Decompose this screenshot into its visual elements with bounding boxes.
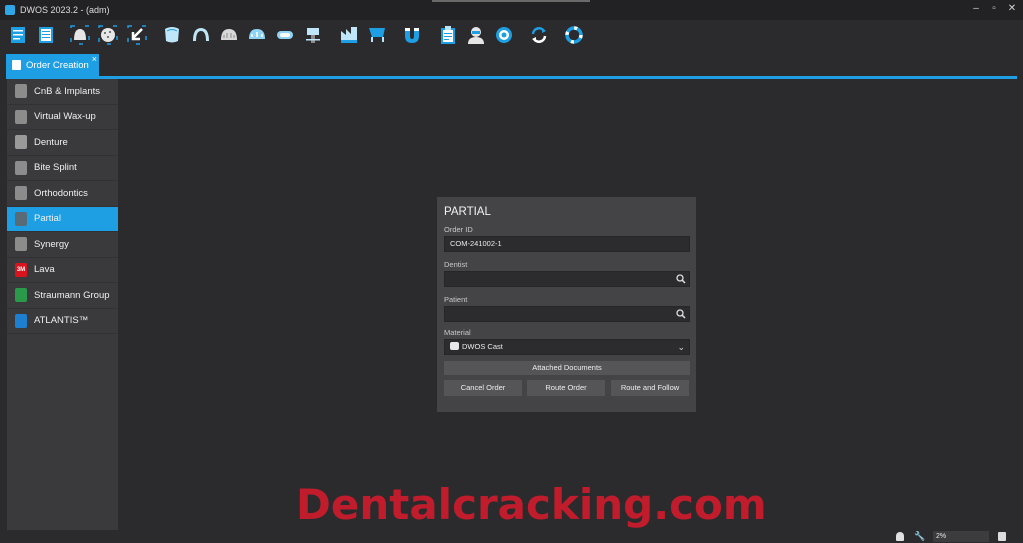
tab-bar: Order Creation × [0, 52, 1023, 79]
sidebar-item-synergy[interactable]: Synergy [7, 232, 118, 258]
sidebar-item-bite-splint[interactable]: Bite Splint [7, 156, 118, 181]
material-icon [450, 342, 459, 350]
order-document-icon [12, 60, 21, 70]
cancel-order-button[interactable]: Cancel Order [444, 380, 522, 396]
tab-label: Order Creation [26, 59, 89, 71]
refresh-icon[interactable] [528, 24, 550, 46]
patient-field[interactable] [444, 306, 690, 322]
sidebar-item-cnb-implants[interactable]: CnB & Implants [7, 79, 118, 105]
settings-gear-icon[interactable] [493, 24, 515, 46]
3m-lava-icon: 3M [15, 262, 27, 277]
restore-button[interactable]: ▫ [989, 3, 999, 15]
magnet-icon[interactable] [401, 24, 423, 46]
partial-icon [15, 211, 27, 226]
material-label: Material [444, 328, 471, 337]
sidebar-item-label: Bite Splint [34, 162, 77, 174]
help-ring-icon[interactable] [563, 24, 585, 46]
sidebar-item-straumann-group[interactable]: Straumann Group [7, 283, 118, 309]
sidebar-item-label: CnB & Implants [34, 85, 100, 97]
close-button[interactable]: ✕ [1007, 3, 1017, 15]
sidebar-item-label: Synergy [34, 238, 69, 250]
sidebar: CnB & Implants Virtual Wax-up Denture Bi… [7, 79, 118, 530]
order-id-value: COM-241002-1 [450, 239, 502, 248]
sidebar-item-denture[interactable]: Denture [7, 130, 118, 156]
clipboard-icon[interactable] [437, 24, 459, 46]
panel-title: PARTIAL [444, 206, 491, 218]
attached-documents-button[interactable]: Attached Documents [444, 361, 690, 375]
order-list-icon[interactable] [35, 24, 57, 46]
model-icon[interactable] [338, 24, 360, 46]
drag-handle[interactable] [432, 0, 590, 2]
sidebar-item-label: Lava [34, 264, 55, 276]
atlantis-icon [15, 313, 27, 328]
denture-icon[interactable] [218, 24, 240, 46]
sidebar-item-virtual-wax-up[interactable]: Virtual Wax-up [7, 105, 118, 130]
main-toolbar [0, 20, 1023, 50]
tab-underline [6, 76, 1017, 79]
order-id-field[interactable]: COM-241002-1 [444, 236, 690, 252]
title-bar: DWOS 2023.2 - (adm) – ▫ ✕ [0, 0, 1023, 20]
watermark: Dentalcracking.com [296, 480, 767, 529]
scan-dots-icon[interactable] [97, 24, 119, 46]
chevron-down-icon: ⌄ [677, 342, 685, 352]
order-panel: PARTIAL Order ID COM-241002-1 Dentist Pa… [437, 197, 696, 412]
implant-icon[interactable] [302, 24, 324, 46]
patient-label: Patient [444, 295, 468, 304]
technician-icon[interactable] [465, 24, 487, 46]
sidebar-item-label: Straumann Group [34, 289, 110, 301]
dentist-field[interactable] [444, 271, 690, 287]
sidebar-item-partial[interactable]: Partial [7, 206, 118, 232]
status-bar: 🔧 2% [0, 530, 1023, 543]
trash-icon[interactable] [998, 532, 1006, 541]
sidebar-item-orthodontics[interactable]: Orthodontics [7, 181, 118, 207]
import-arrow-icon[interactable] [126, 24, 148, 46]
dwos-app-icon [5, 5, 15, 15]
material-value: DWOS Cast [462, 342, 503, 351]
sidebar-item-atlantis[interactable]: ATLANTIS™ [7, 309, 118, 334]
tab-order-creation[interactable]: Order Creation × [6, 54, 99, 76]
sidebar-item-label: Denture [34, 136, 68, 148]
zoom-level[interactable]: 2% [933, 531, 989, 542]
order-form-icon[interactable] [7, 24, 29, 46]
tab-close-button[interactable]: × [92, 54, 97, 64]
bite-icon[interactable] [246, 24, 268, 46]
straumann-icon [15, 288, 27, 303]
denture-icon [15, 135, 27, 150]
bridge-icon[interactable] [190, 24, 212, 46]
sidebar-item-label: Virtual Wax-up [34, 111, 96, 123]
bell-icon[interactable] [896, 532, 904, 541]
material-select[interactable]: DWOS Cast ⌄ [444, 339, 690, 355]
minimize-button[interactable]: – [971, 3, 981, 15]
route-and-follow-button[interactable]: Route and Follow [611, 380, 689, 396]
cart-icon[interactable] [366, 24, 388, 46]
scan-upper-icon[interactable] [69, 24, 91, 46]
bite-splint-icon [15, 160, 27, 175]
splint-icon[interactable] [274, 24, 296, 46]
patient-search-icon[interactable] [676, 309, 686, 319]
window-controls: – ▫ ✕ [971, 3, 1017, 15]
cnb-implants-icon [15, 84, 27, 99]
crown-icon[interactable] [161, 24, 183, 46]
dentist-search-icon[interactable] [676, 274, 686, 284]
sidebar-item-label: Orthodontics [34, 187, 88, 199]
orthodontics-icon [15, 186, 27, 201]
dentist-label: Dentist [444, 260, 468, 269]
route-order-button[interactable]: Route Order [527, 380, 605, 396]
sidebar-item-lava[interactable]: 3M Lava [7, 258, 118, 283]
wax-up-icon [15, 109, 27, 124]
wrench-icon[interactable]: 🔧 [914, 531, 925, 542]
synergy-icon [15, 237, 27, 252]
sidebar-item-label: ATLANTIS™ [34, 315, 89, 327]
window-title: DWOS 2023.2 - (adm) [20, 5, 110, 15]
sidebar-item-label: Partial [34, 213, 61, 225]
order-id-label: Order ID [444, 225, 473, 234]
